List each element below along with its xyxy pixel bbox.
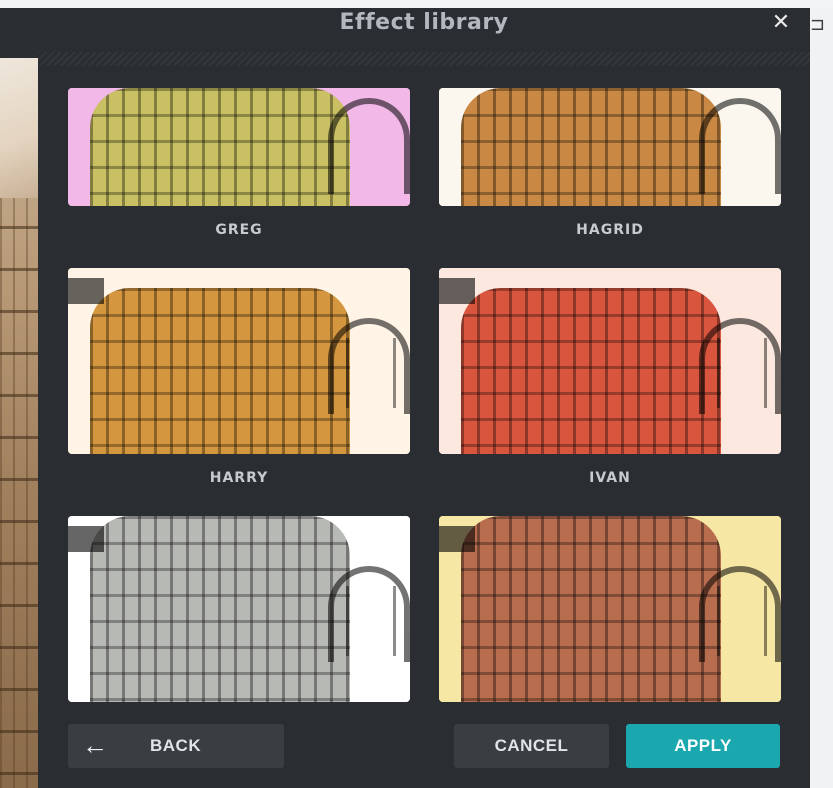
back-button-label: BACK	[150, 736, 202, 755]
thumbnail-bridge-truss	[346, 338, 396, 408]
thumbnail-bridge-truss	[717, 338, 767, 408]
thumbnail-building	[461, 88, 721, 206]
thumbnail-building	[461, 516, 721, 702]
effect-thumbnail-mono[interactable]	[68, 516, 410, 702]
arrow-left-icon: ←	[82, 730, 109, 760]
apply-button[interactable]: APPLY	[626, 724, 780, 768]
thumbnail-bridge	[439, 526, 475, 552]
effect-thumbnail-ivan[interactable]	[439, 268, 781, 454]
thumbnail-bridge-arch	[699, 98, 781, 194]
effect-library-dialog: Effect library ✕ GREG HAGRID HARRY IVAN …	[38, 8, 810, 788]
background-toolbar	[0, 8, 38, 58]
effect-label-hagrid: HAGRID	[576, 222, 644, 238]
thumbnail-bridge-truss	[717, 586, 767, 656]
dialog-title: Effect library	[339, 10, 509, 35]
effect-thumbnail-vintage[interactable]	[439, 516, 781, 702]
thumbnail-building	[90, 288, 350, 454]
thumbnail-building	[90, 88, 350, 206]
window-restore-icon[interactable]: ⊐	[810, 14, 825, 35]
background-right-panel	[808, 8, 833, 788]
top-strip	[0, 0, 833, 8]
close-icon[interactable]: ✕	[766, 8, 796, 38]
thumbnail-bridge	[68, 278, 104, 304]
header-divider	[38, 52, 810, 66]
thumbnail-bridge	[439, 278, 475, 304]
thumbnail-bridge	[68, 526, 104, 552]
thumbnail-building	[90, 516, 350, 702]
effect-label-greg: GREG	[215, 222, 263, 238]
background-photo-sky	[0, 58, 38, 198]
dialog-header: Effect library ✕	[38, 8, 810, 52]
effect-label-ivan: IVAN	[589, 470, 631, 486]
cancel-button[interactable]: CANCEL	[454, 724, 609, 768]
effect-label-harry: HARRY	[209, 470, 269, 486]
thumbnail-building	[461, 288, 721, 454]
effect-thumbnail-harry[interactable]	[68, 268, 410, 454]
effect-thumbnail-greg[interactable]	[68, 88, 410, 206]
thumbnail-bridge-arch	[328, 98, 410, 194]
thumbnail-bridge-truss	[346, 586, 396, 656]
effect-thumbnail-hagrid[interactable]	[439, 88, 781, 206]
back-button[interactable]: ← BACK	[68, 724, 284, 768]
